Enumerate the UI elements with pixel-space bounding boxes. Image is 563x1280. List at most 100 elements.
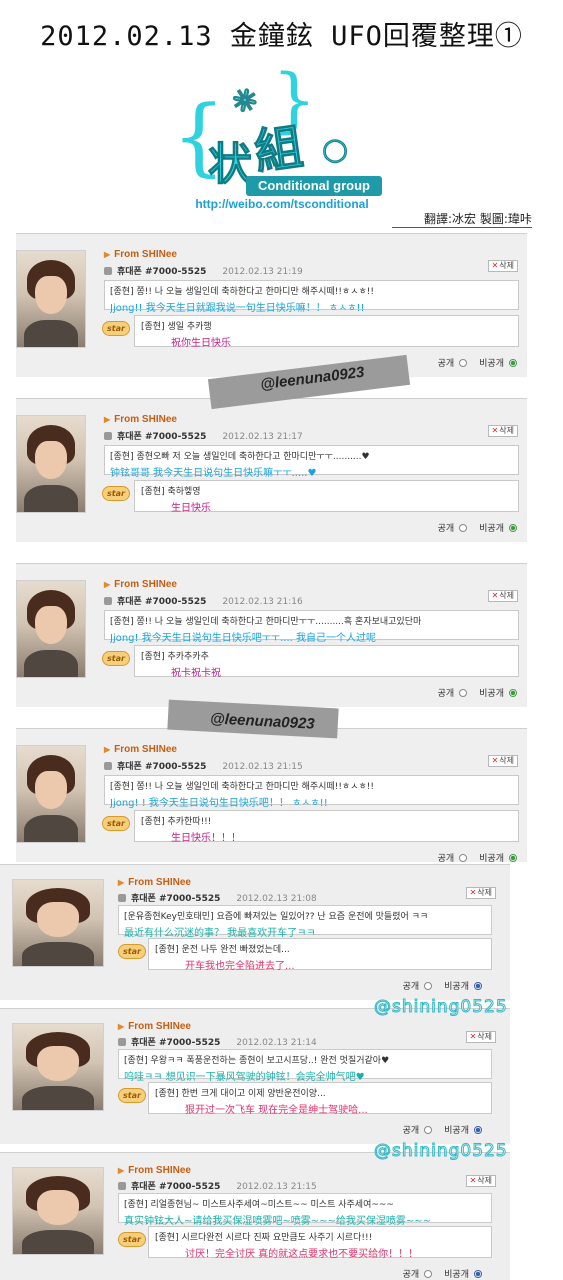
avatar [12, 1023, 104, 1111]
close-icon: ✕ [491, 261, 499, 270]
privacy-options: 공개 비공개 [438, 686, 517, 699]
arrow-right-icon: ▶ [118, 1022, 125, 1031]
reply-text: [종현] 생일 추카행 [141, 322, 212, 332]
message-meta: 휴대폰 #7000-5525 2012.02.13 21:19 [104, 264, 303, 277]
delete-button[interactable]: ✕삭제 [465, 1031, 496, 1043]
private-radio[interactable] [474, 982, 482, 990]
close-icon: ✕ [491, 756, 499, 765]
message-text: [운유종현Key민호태민] 요즘에 빠져있는 일있어?? 난 요즘 운전에 맛들… [124, 912, 429, 922]
private-label: 비공개 [479, 524, 504, 534]
message-text: [종현] 리얼종현님~ 미스트사주세여~미스트~~ 미스트 사주세여~~~ [124, 1200, 394, 1210]
phone-label: 휴대폰 [117, 597, 142, 607]
sender-name: From SHINee [128, 1021, 191, 1032]
reply-box: [종현] 축하헿영 生日快乐 [134, 480, 519, 514]
message-text: [종현] 쫑!! 나 오늘 생일인데 축하한다고 한마디만ㅜㅜ.........… [110, 617, 422, 627]
lock-icon [104, 432, 112, 440]
public-radio[interactable] [424, 982, 433, 990]
message-card: ▶ From SHINee 휴대폰 #7000-5525 2012.02.13 21:… [16, 728, 527, 864]
message-meta: 휴대폰 #7000-5525 2012.02.13 21:08 [118, 891, 317, 904]
privacy-options: 공개 비공개 [438, 356, 517, 369]
sender-name: From SHINee [114, 249, 177, 260]
sender-label: ▶ From SHINee [104, 414, 177, 425]
phone-label: 휴대폰 [131, 894, 156, 904]
public-radio[interactable] [459, 359, 468, 367]
reply-box: [종현] 추카추카추 祝卡祝卡祝 [134, 645, 519, 679]
reply-text: [종현] 한번 크게 대이고 이제 양반운전이양... [155, 1089, 326, 1099]
private-label: 비공개 [444, 982, 469, 992]
public-label: 공개 [437, 854, 455, 864]
phone-label: 휴대폰 [117, 762, 142, 772]
public-radio[interactable] [459, 689, 468, 697]
private-label: 비공개 [479, 854, 504, 864]
delete-button[interactable]: ✕삭제 [465, 887, 496, 899]
private-radio[interactable] [509, 689, 517, 697]
avatar [16, 415, 86, 513]
private-radio[interactable] [509, 524, 517, 532]
private-radio[interactable] [509, 359, 517, 367]
logo-char-2: 組 [251, 118, 307, 182]
star-icon: star [102, 321, 130, 336]
reply-box: [종현] 생일 추카행 祝你生日快乐 [134, 315, 519, 349]
arrow-right-icon: ▶ [104, 415, 111, 424]
public-label: 공개 [437, 524, 455, 534]
message-translation: 钟铉哥哥 我今天生日说句生日快乐嘛ㅜㅜ.....♥ [110, 468, 317, 479]
reply-translation: 开车我也完全陷进去了... [185, 961, 295, 972]
public-radio[interactable] [459, 524, 468, 532]
delete-button[interactable]: ✕삭제 [487, 425, 518, 437]
timestamp: 2012.02.13 21:17 [222, 432, 303, 442]
star-icon: star [118, 1232, 146, 1247]
avatar [12, 1167, 104, 1255]
private-radio[interactable] [474, 1270, 482, 1278]
message-meta: 휴대폰 #7000-5525 2012.02.13 21:16 [104, 594, 303, 607]
public-radio[interactable] [424, 1270, 433, 1278]
phone-label: 휴대폰 [131, 1182, 156, 1192]
reply-box: [종현] 한번 크게 대이고 이제 양반운전이양... 狠开过一次飞车 现在完全是… [148, 1082, 492, 1116]
reply-text: [종현] 시르다완전 시르다 진짜 요만큼도 사주기 시르다!!! [155, 1233, 373, 1243]
privacy-options: 공개 비공개 [403, 1267, 482, 1280]
message-text: [종현] 쫑!! 나 오늘 생일인데 축하한다고 한마디만 해주시떼!!ㅎㅅㅎ!… [110, 782, 374, 792]
reply-box: [종현] 시르다완전 시르다 진짜 요만큼도 사주기 시르다!!! 讨厌！完全讨厌… [148, 1226, 492, 1260]
avatar [16, 745, 86, 843]
star-icon: star [118, 944, 146, 959]
delete-button[interactable]: ✕삭제 [465, 1175, 496, 1187]
public-label: 공개 [402, 1126, 420, 1136]
sender-name: From SHINee [114, 414, 177, 425]
sender-label: ▶ From SHINee [104, 249, 177, 260]
lock-icon [118, 1182, 126, 1190]
public-radio[interactable] [459, 854, 468, 862]
message-translation: 呜哇ㅋㅋ 想见识一下暴风驾驶的钟铉！会完全帅气吧♥ [124, 1072, 365, 1083]
close-icon: ✕ [491, 591, 499, 600]
phone-number: 휴대폰 #7000-5525 [117, 597, 206, 607]
reply-translation: 祝卡祝卡祝 [171, 668, 221, 679]
message-text: [종현] 종현오빠 저 오늘 생일인데 축하한다고 한마디만ㅜㅜ........… [110, 452, 370, 462]
message-box: [종현] 쫑!! 나 오늘 생일인데 축하한다고 한마디만 해주시떼!!ㅎㅅㅎ!… [104, 775, 519, 809]
message-text: [종현] 우왕ㅋㅋ 폭풍운전하는 종현이 보고시프당..! 완전 멋질거같아♥ [124, 1056, 390, 1066]
message-card: ▶ From SHINee 휴대폰 #7000-5525 2012.02.13 21:… [16, 398, 527, 542]
message-meta: 휴대폰 #7000-5525 2012.02.13 21:17 [104, 429, 303, 442]
avatar [16, 250, 86, 348]
sender-label: ▶ From SHINee [118, 1021, 191, 1032]
delete-button[interactable]: ✕삭제 [487, 755, 518, 767]
public-radio[interactable] [424, 1126, 433, 1134]
private-radio[interactable] [509, 854, 517, 862]
avatar [12, 879, 104, 967]
phone-number: 휴대폰 #7000-5525 [117, 762, 206, 772]
phone-id: #7000-5525 [144, 762, 207, 772]
message-text: [종현] 쫑!! 나 오늘 생일인데 축하한다고 한마디만 해주시떼!!ㅎㅅㅎ!… [110, 287, 374, 297]
lock-icon [104, 267, 112, 275]
delete-button[interactable]: ✕삭제 [487, 590, 518, 602]
close-icon: ✕ [469, 1032, 477, 1041]
star-icon: star [102, 816, 130, 831]
watermark-text: @shining0525 [374, 1141, 508, 1162]
private-radio[interactable] [474, 1126, 482, 1134]
close-icon: ✕ [491, 426, 499, 435]
delete-button[interactable]: ✕삭제 [487, 260, 518, 272]
privacy-options: 공개 비공개 [438, 851, 517, 864]
sender-name: From SHINee [128, 877, 191, 888]
message-box: [종현] 우왕ㅋㅋ 폭풍운전하는 종현이 보고시프당..! 완전 멋질거같아♥ 呜… [118, 1049, 492, 1083]
private-label: 비공개 [444, 1270, 469, 1280]
message-translation: 最近有什么沉迷的事？ 我最喜欢开车了ㅋㅋ [124, 928, 316, 939]
message-box: [종현] 쫑!! 나 오늘 생일인데 축하한다고 한마디만 해주시떼!!ㅎㅅㅎ!… [104, 280, 519, 314]
group-logo: { } 状 組 ❈ ○ Conditional group http://wei… [172, 59, 384, 215]
lock-icon [104, 597, 112, 605]
